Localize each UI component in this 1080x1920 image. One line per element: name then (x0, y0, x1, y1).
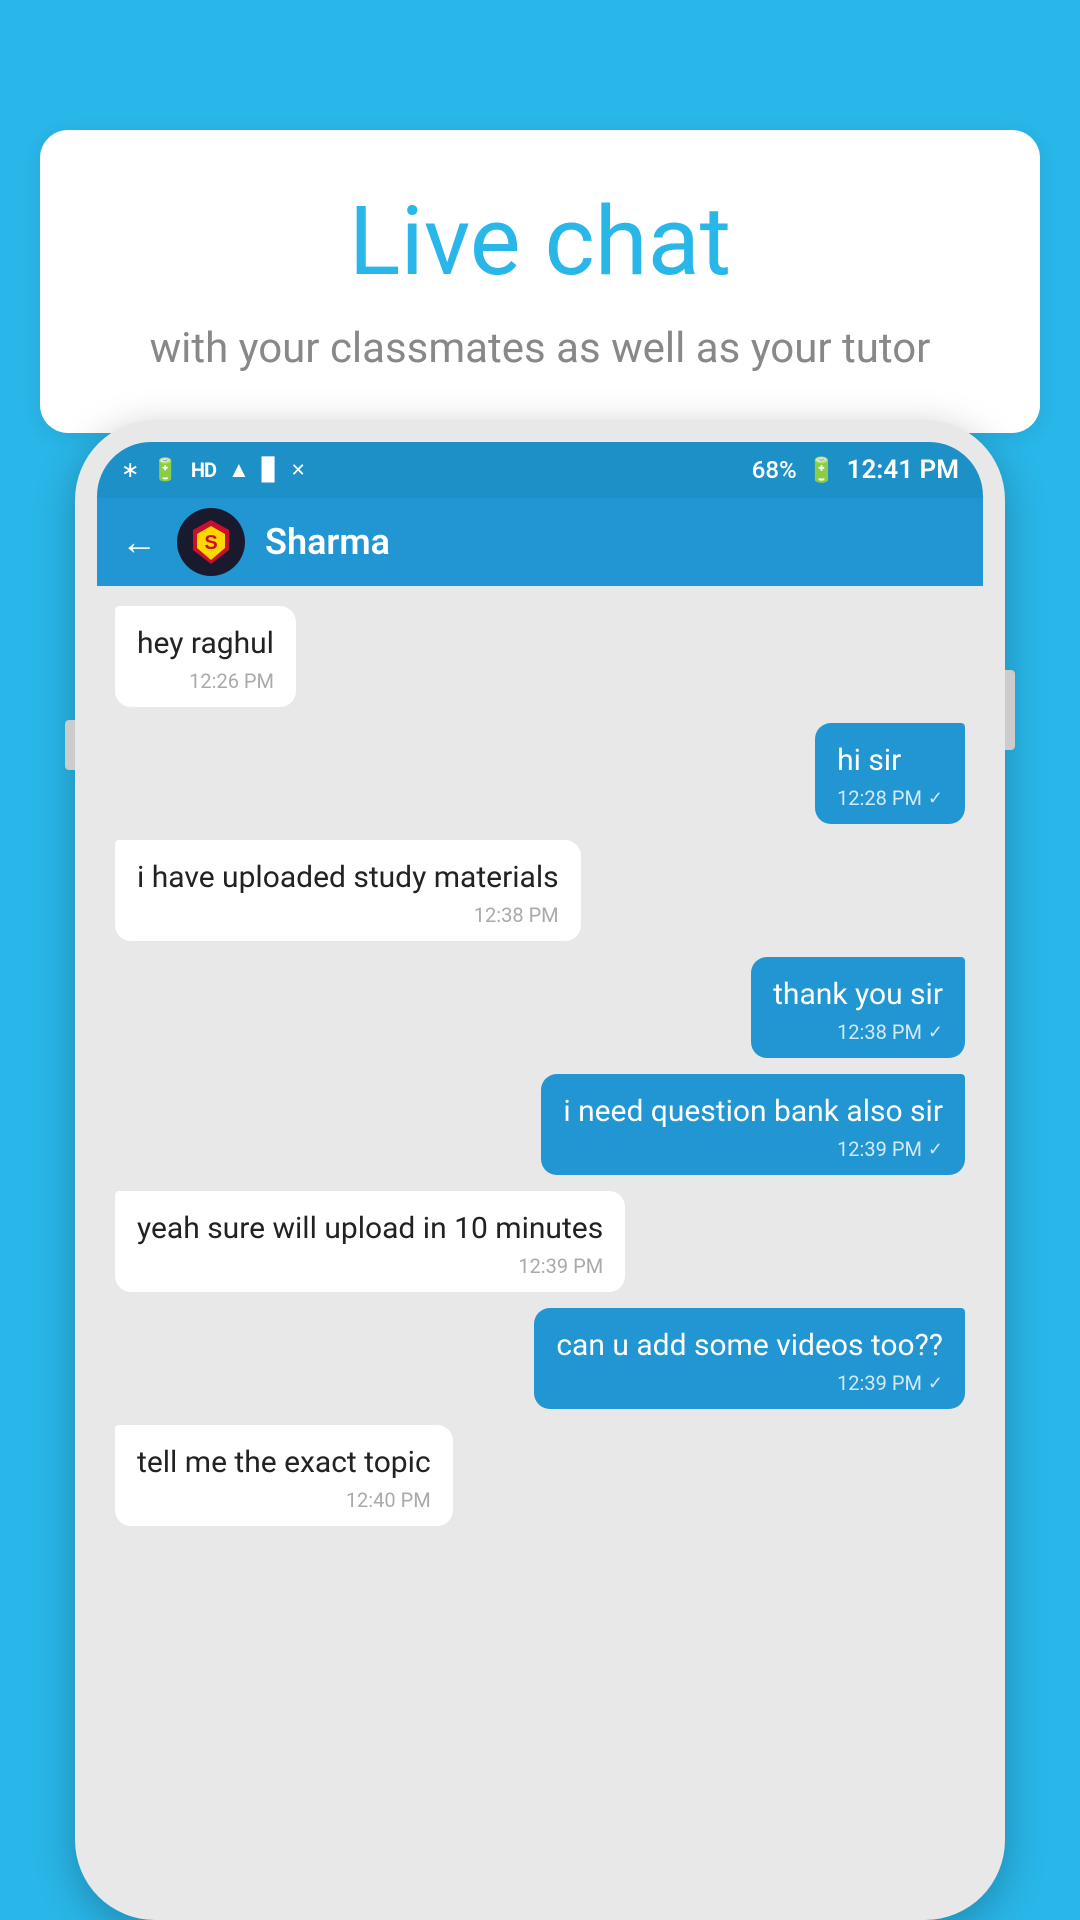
bluetooth-icon: ∗ (121, 458, 139, 483)
msg-text: yeah sure will upload in 10 minutes (137, 1209, 603, 1248)
msg-text: tell me the exact topic (137, 1443, 431, 1482)
msg-meta: 12:40 PM (137, 1488, 431, 1512)
msg-meta: 12:39 PM ✓ (556, 1371, 943, 1395)
msg-time: 12:38 PM (837, 1020, 922, 1044)
msg-text: thank you sir (773, 975, 943, 1014)
phone-volume-button (65, 720, 75, 770)
msg-meta: 12:28 PM ✓ (837, 786, 943, 810)
msg-meta: 12:26 PM (137, 669, 274, 693)
back-button[interactable]: ← (121, 521, 157, 563)
vibrate-icon: 🔋 (151, 458, 178, 483)
message-7: can u add some videos too?? 12:39 PM ✓ (115, 1308, 965, 1409)
phone-screen: ∗ 🔋 HD ▲ ▊ ✕ 68% 🔋 12:41 PM ← (97, 442, 983, 1898)
msg-bubble-sent: hi sir 12:28 PM ✓ (815, 723, 965, 824)
status-left-icons: ∗ 🔋 HD ▲ ▊ ✕ (121, 457, 306, 483)
msg-bubble-received: yeah sure will upload in 10 minutes 12:3… (115, 1191, 625, 1292)
battery-percent: 68% (752, 456, 797, 484)
chat-contact-name: Sharma (265, 521, 390, 563)
speech-bubble: Live chat with your classmates as well a… (40, 130, 1040, 433)
phone-power-button (1005, 670, 1015, 750)
msg-meta: 12:38 PM (137, 903, 559, 927)
signal-x-icon: ✕ (291, 460, 306, 481)
status-time: 12:41 PM (847, 455, 959, 485)
speech-bubble-section: Live chat with your classmates as well a… (40, 130, 1040, 433)
message-1: hey raghul 12:26 PM (115, 606, 965, 707)
message-3: i have uploaded study materials 12:38 PM (115, 840, 965, 941)
msg-bubble-received: tell me the exact topic 12:40 PM (115, 1425, 453, 1526)
message-2: hi sir 12:28 PM ✓ (115, 723, 965, 824)
msg-bubble-sent: thank you sir 12:38 PM ✓ (751, 957, 965, 1058)
msg-meta: 12:38 PM ✓ (773, 1020, 943, 1044)
msg-tick: ✓ (928, 1139, 943, 1160)
msg-time: 12:28 PM (837, 786, 922, 810)
msg-time: 12:39 PM (837, 1137, 922, 1161)
battery-icon: 🔋 (807, 456, 837, 484)
chat-header: ← S Sharma (97, 498, 983, 586)
status-right-info: 68% 🔋 12:41 PM (752, 455, 959, 485)
message-6: yeah sure will upload in 10 minutes 12:3… (115, 1191, 965, 1292)
message-4: thank you sir 12:38 PM ✓ (115, 957, 965, 1058)
msg-bubble-sent: can u add some videos too?? 12:39 PM ✓ (534, 1308, 965, 1409)
bubble-title: Live chat (100, 190, 980, 296)
msg-text: can u add some videos too?? (556, 1326, 943, 1365)
msg-time: 12:40 PM (346, 1488, 431, 1512)
msg-time: 12:39 PM (837, 1371, 922, 1395)
msg-tick: ✓ (928, 1022, 943, 1043)
bubble-subtitle: with your classmates as well as your tut… (100, 320, 980, 379)
msg-time: 12:39 PM (518, 1254, 603, 1278)
msg-meta: 12:39 PM (137, 1254, 603, 1278)
phone-mockup: ∗ 🔋 HD ▲ ▊ ✕ 68% 🔋 12:41 PM ← (75, 420, 1005, 1920)
msg-text: hey raghul (137, 624, 274, 663)
message-5: i need question bank also sir 12:39 PM ✓ (115, 1074, 965, 1175)
msg-tick: ✓ (928, 1373, 943, 1394)
message-8: tell me the exact topic 12:40 PM (115, 1425, 965, 1526)
msg-text: hi sir (837, 741, 943, 780)
messages-area[interactable]: hey raghul 12:26 PM hi sir 12:28 PM ✓ (97, 586, 983, 1898)
hd-icon: HD (191, 458, 216, 482)
msg-time: 12:26 PM (189, 669, 274, 693)
wifi-icon: ▲ (228, 457, 250, 483)
signal-icon: ▊ (262, 458, 279, 483)
msg-text: i need question bank also sir (563, 1092, 943, 1131)
msg-bubble-received: hey raghul 12:26 PM (115, 606, 296, 707)
phone-outer: ∗ 🔋 HD ▲ ▊ ✕ 68% 🔋 12:41 PM ← (75, 420, 1005, 1920)
status-bar: ∗ 🔋 HD ▲ ▊ ✕ 68% 🔋 12:41 PM (97, 442, 983, 498)
msg-text: i have uploaded study materials (137, 858, 559, 897)
msg-tick: ✓ (928, 788, 943, 809)
avatar: S (177, 508, 245, 576)
msg-meta: 12:39 PM ✓ (563, 1137, 943, 1161)
msg-bubble-received: i have uploaded study materials 12:38 PM (115, 840, 581, 941)
msg-time: 12:38 PM (474, 903, 559, 927)
msg-bubble-sent: i need question bank also sir 12:39 PM ✓ (541, 1074, 965, 1175)
svg-text:S: S (204, 532, 217, 554)
